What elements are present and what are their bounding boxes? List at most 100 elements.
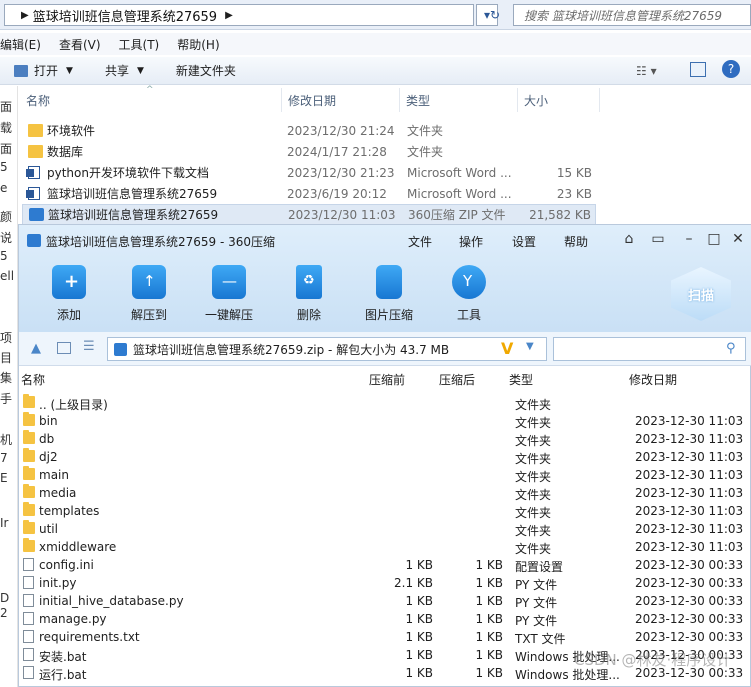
archive-row[interactable]: util 文件夹 2023-12-30 11:03 (19, 520, 751, 539)
nav-item[interactable]: 载 (0, 119, 12, 136)
new-folder-button[interactable]: 新建文件夹 (176, 62, 236, 79)
nav-item[interactable]: ell (0, 269, 14, 283)
zip-col-date[interactable]: 修改日期 (629, 371, 677, 388)
file-row[interactable]: 环境软件 2023/12/30 21:24 文件夹 (22, 120, 596, 141)
minimize-icon[interactable]: – (680, 231, 698, 249)
help-icon[interactable]: ? (722, 60, 740, 78)
chevron-right-icon[interactable]: ▶ (225, 10, 233, 21)
archive-row[interactable]: xmiddleware 文件夹 2023-12-30 11:03 (19, 538, 751, 557)
delete-button[interactable]: ♻ 删除 (269, 265, 349, 323)
nav-item[interactable]: Ir (0, 516, 8, 530)
file-row[interactable]: 数据库 2024/1/17 21:28 文件夹 (22, 141, 596, 162)
cell-size: 23 KB (556, 186, 592, 201)
file-row[interactable]: 篮球培训班信息管理系统27659 2023/6/19 20:12 Microsoft… (22, 183, 596, 204)
nav-item[interactable]: e (0, 181, 7, 195)
navigation-pane[interactable]: 面载面 5 e 颜说 5 ell 项目集手机 7 E Ir D 2 (0, 86, 18, 687)
search-input[interactable]: 搜索 篮球培训班信息管理系统27659 (513, 4, 751, 26)
nav-item[interactable]: 面 (0, 98, 12, 115)
nav-item[interactable]: 2 (0, 606, 8, 620)
menu-tools[interactable]: 工具(T) (119, 36, 160, 53)
refresh-icon[interactable]: ↻ (484, 4, 506, 26)
add-button[interactable]: + 添加 (29, 265, 109, 323)
nav-item[interactable]: D (0, 591, 9, 605)
folder-icon (28, 145, 43, 158)
zip-search-input[interactable]: ⚲ (553, 337, 746, 361)
archive-row[interactable]: manage.py 1 KB 1 KB PY 文件 2023-12-30 00:33 (19, 611, 751, 629)
menu-edit[interactable]: 编辑(E) (0, 36, 41, 53)
chevron-down-icon[interactable]: ▼ (526, 341, 534, 352)
image-compress-button[interactable]: 图片压缩 (349, 265, 429, 323)
zip-menu-action[interactable]: 操作 (459, 233, 483, 250)
close-icon[interactable]: ✕ (729, 231, 747, 249)
archive-row[interactable]: bin 文件夹 2023-12-30 11:03 (19, 412, 751, 431)
nav-item[interactable]: 手 (0, 390, 12, 407)
archive-row[interactable]: initial_hive_database.py 1 KB 1 KB PY 文件 202… (19, 593, 751, 611)
nav-item[interactable]: 目 (0, 349, 12, 366)
nav-item[interactable]: 5 (0, 249, 8, 263)
extract-to-button[interactable]: ↑ 解压到 (109, 265, 189, 323)
col-date[interactable]: 修改日期 (282, 88, 400, 112)
feedback-icon[interactable]: ▭ (649, 231, 667, 249)
zip-menu-settings[interactable]: 设置 (512, 233, 536, 250)
preview-pane-icon[interactable] (690, 62, 706, 77)
col-type[interactable]: 类型 (400, 88, 518, 112)
nav-item[interactable]: 机 (0, 431, 12, 448)
nav-item[interactable]: 集 (0, 369, 12, 386)
archive-row[interactable]: requirements.txt 1 KB 1 KB TXT 文件 2023-12-30… (19, 629, 751, 647)
open-button[interactable]: 打开 ▼ (14, 62, 73, 79)
zip-col-type[interactable]: 类型 (509, 371, 533, 388)
col-size[interactable]: 大小 (518, 88, 600, 112)
archive-row[interactable]: config.ini 1 KB 1 KB 配置设置 2023-12-30 00:33 (19, 557, 751, 575)
zip-path-field[interactable]: 篮球培训班信息管理系统27659.zip - 解包大小为 43.7 MB V ▼ (107, 337, 547, 361)
nav-item[interactable]: E (0, 471, 8, 485)
nav-item[interactable]: 5 (0, 160, 8, 174)
view-options-icon[interactable]: ☷ ▾ (636, 64, 657, 78)
nav-item[interactable]: 说 (0, 229, 12, 246)
image-compress-icon (376, 265, 402, 299)
extract-icon: ↑ (132, 265, 166, 299)
file-row[interactable]: 篮球培训班信息管理系统27659 2023/12/30 11:03 360压缩 ZI… (22, 204, 596, 225)
file-row[interactable]: python开发环境软件下载文档 2023/12/30 21:23 Microsof… (22, 162, 596, 183)
archive-row[interactable]: media 文件夹 2023-12-30 11:03 (19, 484, 751, 503)
search-icon[interactable]: ⚲ (726, 341, 736, 356)
archive-row[interactable]: init.py 2.1 KB 1 KB PY 文件 2023-12-30 00:33 (19, 575, 751, 593)
cell-type: Microsoft Word ... (407, 186, 512, 201)
archive-row[interactable]: main 文件夹 2023-12-30 11:03 (19, 466, 751, 485)
zip-menu-file[interactable]: 文件 (408, 233, 432, 250)
archive-row[interactable]: dj2 文件夹 2023-12-30 11:03 (19, 448, 751, 467)
zip-menu-help[interactable]: 帮助 (564, 233, 588, 250)
maximize-icon[interactable]: □ (705, 231, 723, 249)
list-view-icon[interactable]: ☰ (83, 339, 95, 354)
cell-name: 篮球培训班信息管理系统27659 (47, 187, 218, 201)
address-segment[interactable]: 篮球培训班信息管理系统27659 (29, 6, 217, 25)
address-field[interactable]: ▶ 篮球培训班信息管理系统27659 ▶ (4, 4, 474, 26)
thumbnail-view-icon[interactable] (57, 342, 71, 354)
nav-item[interactable]: 面 (0, 140, 12, 157)
one-click-extract-button[interactable]: — 一键解压 (189, 265, 269, 323)
archive-row[interactable]: .. (上级目录) 文件夹 (19, 394, 751, 413)
zip-col-after[interactable]: 压缩后 (439, 371, 475, 388)
archive-row[interactable]: db 文件夹 2023-12-30 11:03 (19, 430, 751, 449)
cell-date: 2023-12-30 00:33 (635, 612, 744, 626)
menu-help[interactable]: 帮助(H) (177, 36, 219, 53)
cell-name: media (39, 486, 77, 500)
archive-row[interactable]: templates 文件夹 2023-12-30 11:03 (19, 502, 751, 521)
up-arrow-icon[interactable]: ▲ (31, 341, 41, 356)
menu-view[interactable]: 查看(V) (59, 36, 101, 53)
tools-button[interactable]: Y 工具 (429, 265, 509, 323)
v-logo-icon[interactable]: V (501, 339, 513, 358)
nav-item[interactable]: 项 (0, 329, 12, 346)
cell-after: 1 KB (475, 558, 503, 572)
share-button[interactable]: 共享 ▼ (105, 62, 144, 79)
skin-icon[interactable]: ⌂ (620, 231, 638, 249)
zip-col-before[interactable]: 压缩前 (369, 371, 405, 388)
nav-item[interactable]: 7 (0, 451, 8, 465)
chevron-right-icon[interactable]: ▶ (21, 10, 29, 21)
zip-col-name[interactable]: 名称 (21, 371, 45, 388)
zip-nav-bar: ▲ ☰ 篮球培训班信息管理系统27659.zip - 解包大小为 43.7 MB… (19, 332, 751, 366)
cell-name: requirements.txt (39, 630, 140, 644)
cell-type: 文件夹 (515, 542, 552, 556)
file-icon (23, 666, 34, 679)
nav-item[interactable]: 颜 (0, 208, 12, 225)
scan-button[interactable]: 扫描 (671, 267, 731, 321)
